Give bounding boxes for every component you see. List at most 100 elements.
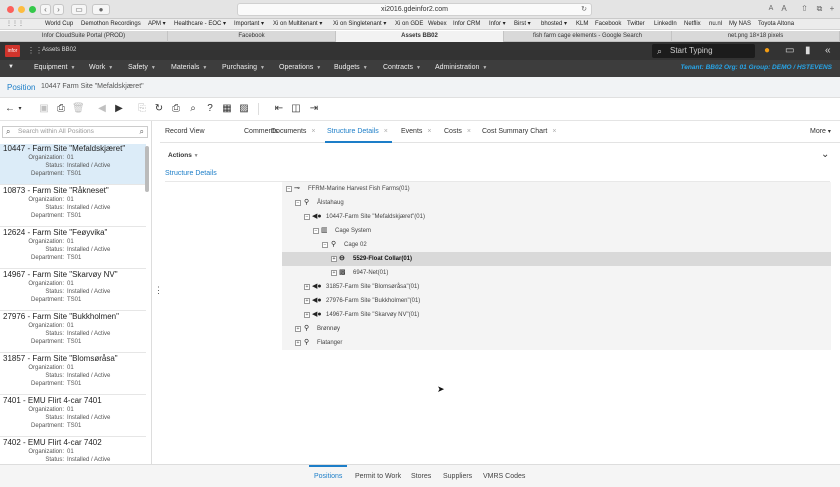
print-icon[interactable]: ⎙ bbox=[170, 103, 182, 115]
bookmark[interactable]: LinkedIn bbox=[654, 20, 677, 28]
menu-item[interactable]: Purchasing ▼ bbox=[222, 64, 265, 71]
back-dropdown-icon[interactable]: ▾ bbox=[14, 103, 26, 115]
share-icon[interactable]: ⇧ bbox=[799, 4, 810, 15]
delete-icon[interactable]: 🗑 bbox=[72, 103, 85, 115]
address-bar[interactable]: xi2016.gdeinfor2.com ↻ bbox=[237, 3, 592, 16]
new-record-icon[interactable]: ⎙ bbox=[55, 103, 67, 115]
menu-item[interactable]: Contracts ▼ bbox=[383, 64, 421, 71]
bookmark[interactable]: Infor ▾ bbox=[489, 20, 506, 28]
reader-icon[interactable]: ● bbox=[92, 4, 110, 15]
bookmark[interactable]: World Cup bbox=[45, 20, 73, 28]
minimize-window-icon[interactable] bbox=[18, 6, 25, 13]
chat-icon[interactable]: ▭ bbox=[785, 45, 794, 57]
tree-node[interactable]: + ◀● 14967-Farm Site "Skarvøy NV"(01) bbox=[282, 308, 831, 322]
zoom-window-icon[interactable] bbox=[29, 6, 36, 13]
apps-grid-icon[interactable]: ⋮⋮ bbox=[27, 47, 43, 55]
footer-tab-vmrs-codes[interactable]: VMRS Codes bbox=[483, 473, 525, 480]
list-search-input[interactable]: ⌕ Search within All Positions ⌕ bbox=[2, 126, 148, 138]
bookmark[interactable]: Healthcare - EOC ▾ bbox=[174, 20, 226, 28]
bookmark[interactable]: Twitter bbox=[627, 20, 645, 28]
refresh-icon[interactable]: ↻ bbox=[153, 103, 165, 115]
list-item[interactable]: 7402 - EMU Flirt 4-car 7402 Organization… bbox=[0, 438, 146, 464]
bookmark[interactable]: Birst ▾ bbox=[514, 20, 531, 28]
close-window-icon[interactable] bbox=[7, 6, 14, 13]
bookmark[interactable]: nu.nl bbox=[709, 20, 722, 28]
bookmark[interactable]: KLM bbox=[576, 20, 588, 28]
menu-item[interactable]: Budgets ▼ bbox=[334, 64, 368, 71]
bookmark[interactable]: Important ▾ bbox=[234, 20, 264, 28]
bookmark[interactable]: My NAS bbox=[729, 20, 751, 28]
list-item[interactable]: 14967 - Farm Site "Skarvøy NV" Organizat… bbox=[0, 270, 146, 311]
font-larger-icon[interactable]: A bbox=[779, 4, 789, 15]
previous-record-icon[interactable]: ◀ bbox=[96, 103, 108, 115]
tree-node-selected[interactable]: + ⊖ 5529-Float Collar(01) bbox=[282, 252, 831, 266]
bookmark[interactable]: Netflix bbox=[684, 20, 701, 28]
tab-documents[interactable]: Documents × bbox=[271, 128, 316, 135]
bookmark[interactable]: Facebook bbox=[595, 20, 621, 28]
list-item-selected[interactable]: 10447 - Farm Site "Mefaldskjæret" Organi… bbox=[0, 144, 146, 185]
menu-item[interactable]: Operations ▼ bbox=[279, 64, 321, 71]
global-search-input[interactable]: ⌕ Start Typing bbox=[652, 44, 755, 58]
help-icon[interactable]: ? bbox=[204, 103, 216, 115]
bookmark-icon[interactable]: ▮ bbox=[805, 45, 811, 57]
filter-search-icon[interactable]: ⌕ bbox=[6, 127, 10, 137]
menu-item[interactable]: Administration ▼ bbox=[435, 64, 487, 71]
reload-icon[interactable]: ↻ bbox=[581, 4, 587, 15]
menu-toggle-icon[interactable]: ▼ bbox=[8, 64, 14, 70]
save-icon[interactable]: ▣ bbox=[38, 103, 50, 115]
user-icon[interactable]: ● bbox=[764, 45, 770, 57]
forward-icon[interactable]: › bbox=[53, 4, 64, 15]
infor-logo[interactable]: infor bbox=[5, 45, 20, 57]
tree-node[interactable]: + ◀● 31857-Farm Site "Blomsøråsa"(01) bbox=[282, 280, 831, 294]
list-item[interactable]: 27976 - Farm Site "Bukkholmen" Organizat… bbox=[0, 312, 146, 353]
next-record-icon[interactable]: ▶ bbox=[113, 103, 125, 115]
copy-icon[interactable]: ⎘ bbox=[136, 103, 148, 115]
tab-structure-details[interactable]: Structure Details × bbox=[327, 128, 388, 135]
tree-node[interactable]: − ⊸ FFRM-Marine Harvest Fish Farms(01) bbox=[282, 182, 831, 196]
layout-icon[interactable]: ▦ bbox=[221, 103, 233, 115]
bookmark[interactable]: Webex bbox=[428, 20, 447, 28]
footer-tab-suppliers[interactable]: Suppliers bbox=[443, 473, 472, 480]
search-icon[interactable]: ⌕ bbox=[140, 127, 144, 137]
tabs-overview-icon[interactable]: ⧉ bbox=[814, 4, 825, 15]
tree-node[interactable]: + ◀● 27976-Farm Site "Bukkholmen"(01) bbox=[282, 294, 831, 308]
last-page-icon[interactable]: ⇥ bbox=[308, 103, 320, 115]
tab-costs[interactable]: Costs × bbox=[444, 128, 471, 135]
edit-icon[interactable]: ▨ bbox=[238, 103, 250, 115]
bookmark[interactable]: Xi on GDE bbox=[395, 20, 423, 28]
bookmark[interactable]: Xi on Singletenant ▾ bbox=[333, 20, 386, 28]
tab-events[interactable]: Events × bbox=[401, 128, 432, 135]
list-item[interactable]: 10873 - Farm Site "Råkneset" Organizatio… bbox=[0, 186, 146, 227]
tree-node[interactable]: − ◀● 10447-Farm Site "Mefaldskjæret"(01) bbox=[282, 210, 831, 224]
bookmark[interactable]: APM ▾ bbox=[148, 20, 166, 28]
list-item[interactable]: 12624 - Farm Site "Feøyvika" Organizatio… bbox=[0, 228, 146, 269]
bookmark[interactable]: Infor CRM bbox=[453, 20, 480, 28]
browser-tab-active[interactable]: Assets BB02 bbox=[336, 31, 504, 42]
tree-node[interactable]: − ⚲ Ålstahaug bbox=[282, 196, 831, 210]
tab-record-view[interactable]: Record View bbox=[165, 128, 205, 135]
tree-node[interactable]: + ▩ 6947-Net(01) bbox=[282, 266, 831, 280]
panel-splitter-handle[interactable]: ⋮ bbox=[154, 285, 163, 296]
bookmarks-grid-icon[interactable]: ⋮⋮⋮ bbox=[6, 20, 24, 28]
preview-icon[interactable]: ⌕ bbox=[187, 103, 199, 115]
collapse-panel-icon[interactable]: « bbox=[825, 45, 831, 57]
tree-node[interactable]: − ⚲ Cage 02 bbox=[282, 238, 831, 252]
bookmark[interactable]: Demothon Recordings bbox=[81, 20, 141, 28]
footer-tab-positions[interactable]: Positions bbox=[314, 473, 342, 480]
back-icon[interactable]: ‹ bbox=[40, 4, 51, 15]
footer-tab-stores[interactable]: Stores bbox=[411, 473, 431, 480]
tree-node[interactable]: + ⚲ Brønnøy bbox=[282, 322, 831, 336]
font-smaller-icon[interactable]: A bbox=[766, 4, 776, 15]
footer-tab-permit-to-work[interactable]: Permit to Work bbox=[355, 473, 401, 480]
first-page-icon[interactable]: ⇤ bbox=[273, 103, 285, 115]
browser-tab[interactable]: Infor CloudSuite Portal (PROD) bbox=[0, 31, 168, 42]
split-view-icon[interactable]: ◫ bbox=[290, 103, 302, 115]
list-item[interactable]: 31857 - Farm Site "Blomsøråsa" Organizat… bbox=[0, 354, 146, 395]
actions-menu[interactable]: Actions ▼ bbox=[168, 152, 199, 159]
sidebar-icon[interactable]: ▭ bbox=[71, 4, 87, 15]
collapse-section-icon[interactable]: ⌄ bbox=[821, 149, 829, 160]
tab-cost-summary-chart[interactable]: Cost Summary Chart × bbox=[482, 128, 556, 135]
tree-node[interactable]: − ▥ Cage System bbox=[282, 224, 831, 238]
list-item[interactable]: 7401 - EMU Flirt 4-car 7401 Organization… bbox=[0, 396, 146, 437]
menu-item[interactable]: Safety ▼ bbox=[128, 64, 156, 71]
